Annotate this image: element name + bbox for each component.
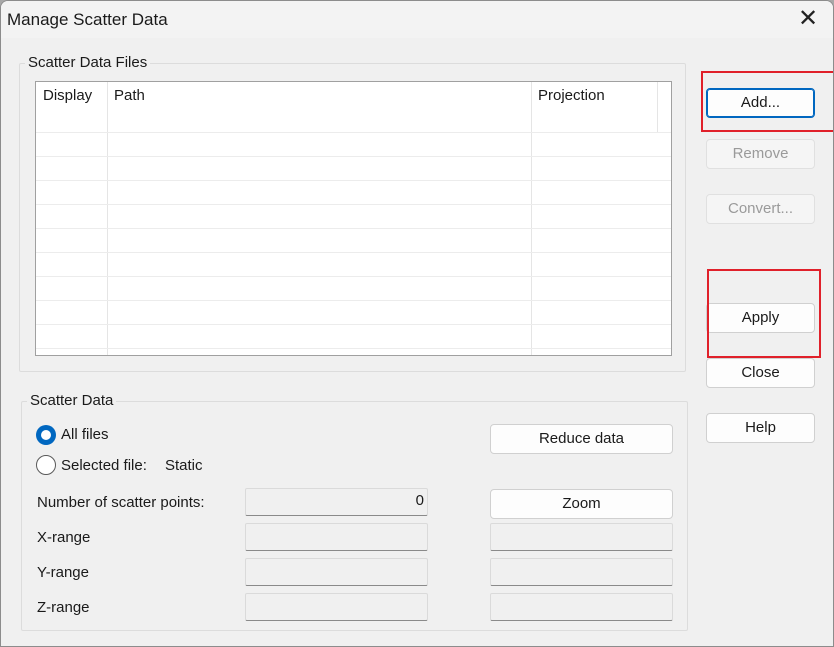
column-divider (531, 82, 532, 355)
row-divider (36, 132, 671, 133)
close-icon[interactable]: ✕ (795, 6, 821, 32)
column-header-display[interactable]: Display (36, 82, 107, 108)
row-divider (36, 204, 671, 205)
y-range-label: Y-range (37, 564, 89, 581)
row-divider (36, 228, 671, 229)
column-divider (107, 82, 108, 355)
z-range-min-field (245, 593, 428, 621)
scatter-data-files-label: Scatter Data Files (25, 54, 151, 71)
apply-highlight-box (707, 269, 821, 358)
scatter-data-label: Scatter Data (27, 392, 117, 409)
row-divider (36, 252, 671, 253)
num-scatter-points-label: Number of scatter points: (37, 494, 205, 511)
selected-file-value: Static (165, 457, 203, 474)
zoom-button[interactable]: Zoom (490, 489, 673, 519)
scatter-files-list[interactable]: Display Path Projection (35, 81, 672, 356)
help-button[interactable]: Help (706, 413, 815, 443)
z-range-max-field (490, 593, 673, 621)
row-divider (36, 276, 671, 277)
manage-scatter-data-dialog: Manage Scatter Data ✕ Scatter Data Files… (0, 0, 834, 647)
z-range-label: Z-range (37, 599, 90, 616)
close-button[interactable]: Close (706, 358, 815, 388)
selected-file-radio[interactable] (36, 455, 56, 475)
column-header-projection[interactable]: Projection (531, 82, 657, 108)
x-range-min-field (245, 523, 428, 551)
row-divider (36, 300, 671, 301)
num-scatter-points-field: 0 (245, 488, 428, 516)
reduce-data-button[interactable]: Reduce data (490, 424, 673, 454)
row-divider (36, 156, 671, 157)
x-range-max-field (490, 523, 673, 551)
x-range-label: X-range (37, 529, 91, 546)
row-divider (36, 348, 671, 349)
remove-button[interactable]: Remove (706, 139, 815, 169)
column-divider (657, 82, 658, 132)
row-divider (36, 324, 671, 325)
row-divider (36, 180, 671, 181)
column-header-path[interactable]: Path (107, 82, 531, 108)
title-bar: Manage Scatter Data ✕ (1, 1, 833, 38)
convert-button[interactable]: Convert... (706, 194, 815, 224)
add-highlight-box (701, 71, 833, 132)
all-files-label[interactable]: All files (61, 426, 109, 443)
all-files-radio[interactable] (36, 425, 56, 445)
selected-file-label[interactable]: Selected file: (61, 457, 147, 474)
dialog-title: Manage Scatter Data (7, 10, 168, 29)
y-range-max-field (490, 558, 673, 586)
y-range-min-field (245, 558, 428, 586)
